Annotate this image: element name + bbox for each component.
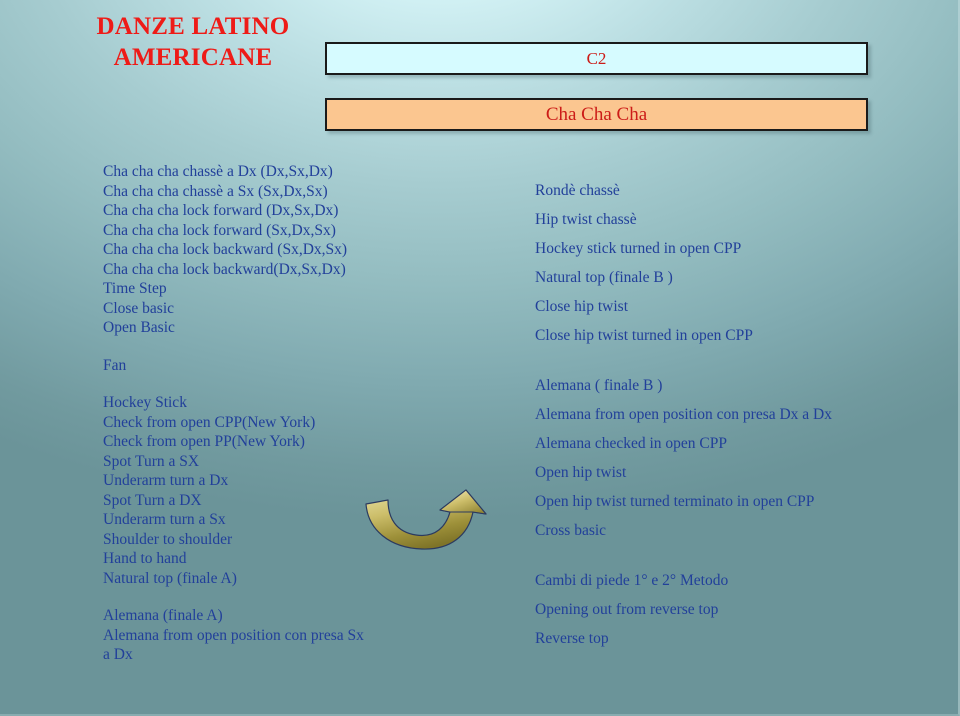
figure-item: Close hip twist [535,298,629,315]
figure-item: Cha cha cha lock backward (Sx,Dx,Sx) [103,241,348,258]
figure-item: Opening out from reverse top [535,601,719,618]
figure-item: Close hip twist turned in open CPP [535,327,753,344]
figure-group: Cambi di piede 1° e 2° Metodo Opening out… [535,566,935,653]
figure-item: Cambi di piede 1° e 2° Metodo [535,572,729,589]
dance-name-badge: Cha Cha Cha [325,98,868,131]
figure-item: Open hip twist [535,464,627,481]
figure-group: Cha cha cha chassè a Dx (Dx,Sx,Dx) Cha ch… [103,162,433,338]
figure-item: Check from open PP(New York) [103,433,305,450]
figure-list-left: Cha cha cha chassè a Dx (Dx,Sx,Dx) Cha ch… [103,162,433,665]
figure-item: Alemana ( finale B ) [535,377,663,394]
figure-item: Hockey stick turned in open CPP [535,240,742,257]
figure-item: Alemana checked in open CPP [535,435,727,452]
figure-item: Natural top (finale B ) [535,269,673,286]
figure-item: Check from open CPP(New York) [103,413,316,431]
curved-up-right-arrow-icon [365,489,487,550]
slide-canvas: DANZE LATINO AMERICANE C2 Cha Cha Cha Ch… [0,0,960,716]
page-title-line-2: AMERICANE [113,43,273,71]
figure-group: Alemana ( finale B ) Alemana from open po… [535,371,935,545]
figure-item: Cross basic [535,522,607,539]
figure-item: Cha cha cha chassè a Dx (Dx,Sx,Dx) [103,163,333,180]
page-title: DANZE LATINO AMERICANE [58,12,328,73]
figure-item: a Dx [103,646,133,663]
level-badge-label: C2 [586,48,607,68]
figure-item: Cha cha cha lock forward (Dx,Sx,Dx) [103,202,339,219]
figure-item: Close basic [103,299,175,317]
figure-item: Natural top (finale A) [103,569,237,587]
figure-item: Hockey Stick [103,394,187,411]
figure-item: Alemana from open position con presa Sx [103,626,364,644]
figure-item: Alemana from open position con presa Dx … [535,406,833,423]
figure-group: Rondè chassè Hip twist chassè Hockey stick… [535,176,935,350]
page-title-line-1: DANZE LATINO [96,13,290,40]
figure-item: Cha cha cha lock backward(Dx,Sx,Dx) [103,260,346,278]
figure-item: Time Step [103,280,167,297]
dance-name-badge-label: Cha Cha Cha [545,103,648,125]
figure-item: Open hip twist turned terminato in open … [535,493,815,510]
figure-item: Hip twist chassè [535,211,637,228]
figure-item: Fan [103,356,127,374]
level-badge: C2 [325,42,868,75]
figure-group: Fan [103,356,433,376]
figure-group: Alemana (finale A) Alemana from open posi… [103,606,433,665]
figure-item: Alemana (finale A) [103,607,223,624]
figure-item: Reverse top [535,630,609,647]
figure-item: Open Basic [103,319,175,336]
figure-item: Spot Turn a SX [103,452,200,470]
figure-list-right: Rondè chassè Hip twist chassè Hockey stick… [535,176,935,653]
figure-item: Cha cha cha lock forward (Sx,Dx,Sx) [103,221,336,239]
figure-item: Rondè chassè [535,182,620,199]
figure-item: Cha cha cha chassè a Sx (Sx,Dx,Sx) [103,182,328,200]
